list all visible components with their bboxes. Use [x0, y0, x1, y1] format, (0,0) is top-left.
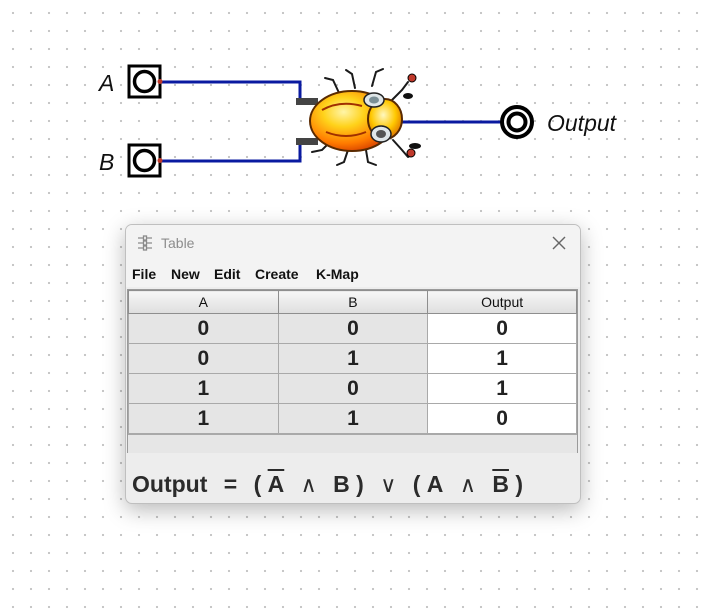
table-row: 0 1 1 — [128, 343, 577, 374]
expression-open-paren: ( — [412, 471, 421, 497]
expression-a: A — [426, 471, 444, 497]
column-header-output[interactable]: Output — [427, 290, 577, 314]
table-empty-area — [128, 434, 577, 453]
bug-icon[interactable] — [309, 68, 421, 166]
truth-table: A B Output 0 0 0 0 1 1 1 0 1 1 1 0 — [127, 289, 578, 453]
table-cell-b[interactable]: 1 — [277, 343, 429, 374]
expression-or-operator: ∨ — [380, 472, 397, 497]
wire-b — [161, 139, 314, 163]
menu-create[interactable]: Create — [255, 266, 299, 282]
table-cell-a[interactable]: 0 — [128, 343, 279, 374]
table-cell-b[interactable]: 1 — [277, 403, 429, 434]
table-row: 0 0 0 — [128, 313, 577, 344]
wire-a — [161, 80, 314, 104]
column-header-b[interactable]: B — [277, 290, 429, 314]
title-bar[interactable]: Table — [126, 225, 580, 261]
column-header-a[interactable]: A — [128, 290, 279, 314]
table-cell-output[interactable]: 1 — [427, 343, 577, 374]
expression-open-paren: ( — [253, 471, 262, 497]
table-cell-output[interactable]: 1 — [427, 373, 577, 404]
expression-not-a: A — [267, 471, 285, 497]
table-cell-b[interactable]: 0 — [277, 373, 429, 404]
input-b-label: B — [99, 149, 115, 175]
table-cell-b[interactable]: 0 — [277, 313, 429, 344]
wire-b-connector — [296, 138, 318, 145]
expression-and-operator: ∧ — [459, 472, 476, 497]
menu-kmap[interactable]: K-Map — [316, 266, 359, 282]
table-row: 1 1 0 — [128, 403, 577, 434]
table-cell-output[interactable]: 0 — [427, 403, 577, 434]
wire-a-connector — [296, 98, 318, 105]
input-b-switch[interactable] — [127, 143, 163, 178]
expression-equals: = — [223, 471, 238, 497]
output-lamp[interactable] — [500, 105, 534, 139]
expression-b: B — [333, 471, 350, 497]
expression-lhs: Output — [132, 471, 208, 497]
output-label: Output — [547, 110, 617, 136]
input-a-switch[interactable] — [127, 64, 163, 99]
expression-close-paren: ) — [515, 471, 523, 497]
menu-file[interactable]: File — [132, 266, 156, 282]
menu-edit[interactable]: Edit — [214, 266, 240, 282]
expression-not-b: B — [492, 471, 509, 497]
menu-bar: File New Edit Create K-Map — [126, 261, 580, 287]
input-a-label: A — [99, 70, 115, 96]
menu-new[interactable]: New — [171, 266, 200, 282]
table-row: 1 0 1 — [128, 373, 577, 404]
window-title: Table — [161, 235, 195, 251]
table-cell-output[interactable]: 0 — [427, 313, 577, 344]
table-cell-a[interactable]: 1 — [128, 403, 279, 434]
table-window: Table File New Edit Create K-Map A B Out… — [125, 224, 581, 504]
expression-and-operator: ∧ — [300, 472, 317, 497]
close-icon[interactable] — [550, 234, 568, 252]
table-cell-a[interactable]: 0 — [128, 313, 279, 344]
expression-close-paren: ) — [356, 471, 364, 497]
table-cell-a[interactable]: 1 — [128, 373, 279, 404]
boolean-expression: Output = ( A ∧ B ) ∨ ( A ∧ B ) — [132, 471, 523, 498]
table-window-icon — [138, 235, 152, 251]
